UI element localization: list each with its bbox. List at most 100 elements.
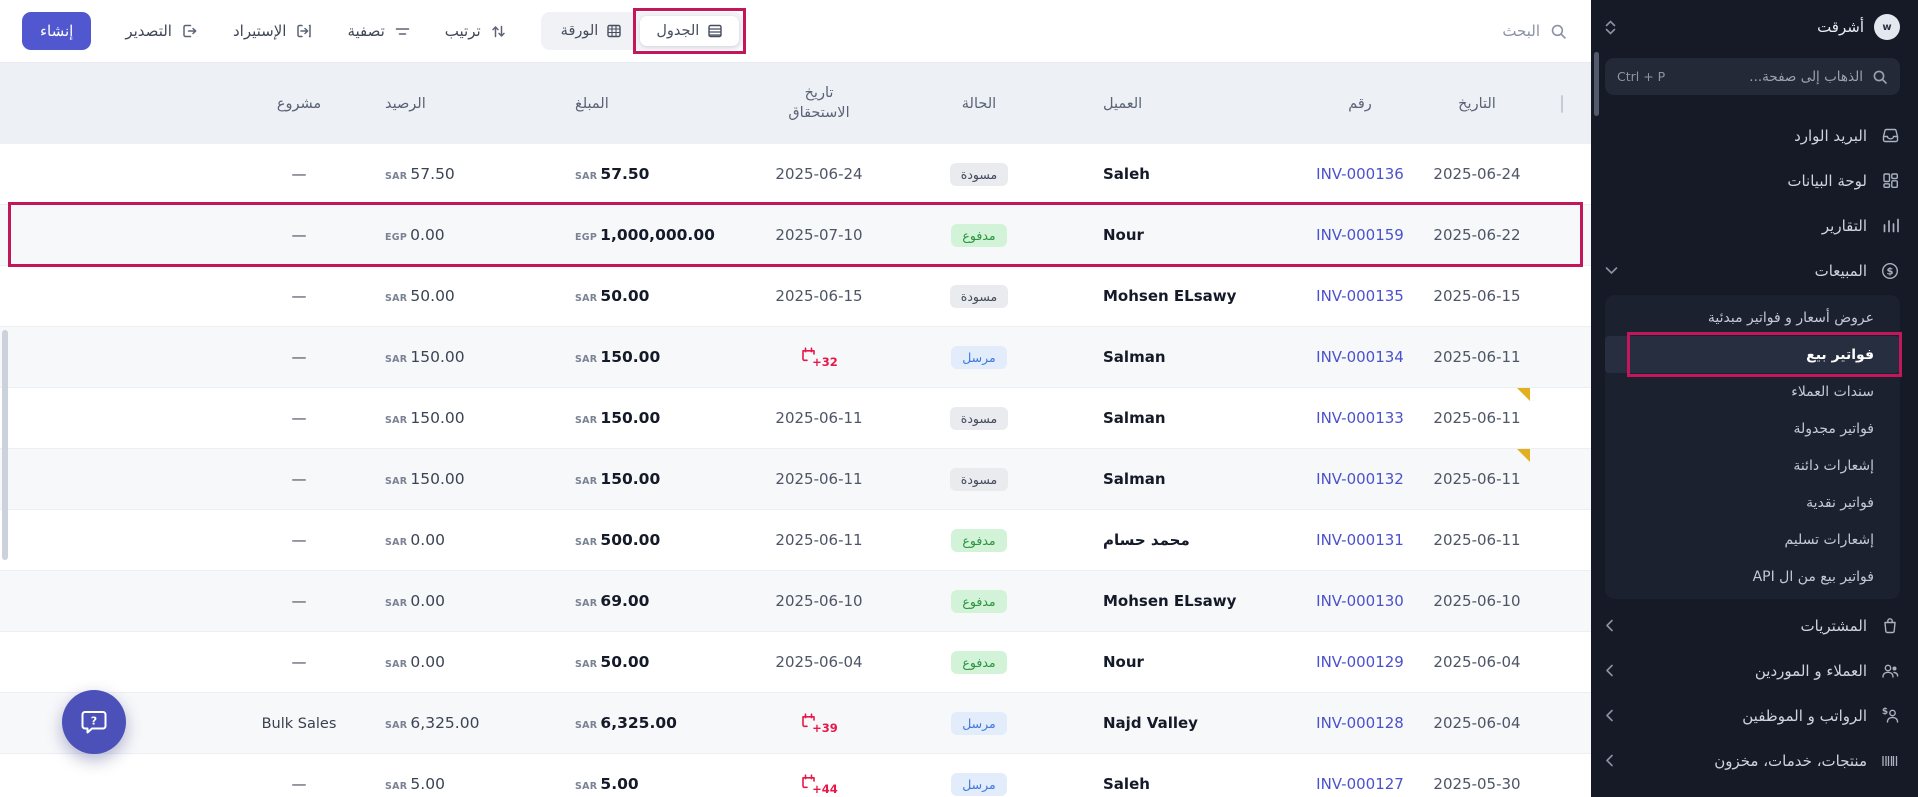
import-button[interactable]: الإستيراد (233, 22, 313, 40)
project-cell: — (229, 165, 369, 183)
overdue-days: +44 (812, 782, 838, 796)
go-to-page-search[interactable]: الذهاب إلى صفحة... Ctrl + P (1605, 58, 1900, 95)
table-row[interactable]: 2025-06-15INV-000135Mohsen ELsawyمسودة20… (0, 266, 1591, 327)
header-project[interactable]: مشروع (229, 96, 369, 112)
sidebar-item-2[interactable]: التقارير (1605, 203, 1900, 248)
table-row[interactable]: 2025-06-11INV-000134Salmanمرسل+32SAR150.… (0, 327, 1591, 388)
number-cell: INV-000129 (1299, 653, 1421, 671)
header-customer[interactable]: العميل (1059, 96, 1299, 112)
balance-cell: SAR57.50 (369, 165, 559, 183)
sidebar-item-5[interactable]: العملاء و الموردين (1605, 648, 1900, 693)
invoice-number-link[interactable]: INV-000159 (1316, 226, 1404, 244)
amount-value: 150.00 (600, 348, 660, 366)
table-search[interactable]: البحث (1502, 22, 1567, 40)
customer-name: Saleh (1103, 775, 1150, 793)
sidebar-scrollbar[interactable] (1594, 52, 1599, 116)
create-button[interactable]: إنشاء (22, 12, 91, 50)
filter-button[interactable]: تصفية (347, 22, 410, 40)
invoice-number-link[interactable]: INV-000129 (1316, 653, 1404, 671)
view-tab-group: الجدول الورقة (541, 12, 744, 50)
header-amount[interactable]: المبلغ (559, 96, 739, 112)
avatar[interactable]: w (1874, 14, 1900, 40)
balance-currency: SAR (385, 476, 407, 487)
help-chat-button[interactable]: ? (62, 690, 126, 754)
balance-value: 0.00 (410, 531, 445, 549)
table-row[interactable]: 2025-06-11INV-000133Salmanمسودة2025-06-1… (0, 388, 1591, 449)
balance-value: 150.00 (410, 348, 464, 366)
sidebar-item-label: المبيعات (1815, 262, 1867, 280)
tab-table-view[interactable]: الجدول (640, 16, 739, 46)
header-status[interactable]: الحالة (899, 96, 1059, 112)
balance-cell: SAR6,325.00 (369, 714, 559, 732)
balance-currency: SAR (385, 293, 407, 304)
project-value: — (292, 409, 307, 427)
sidebar-item-4[interactable]: المشتريات (1605, 603, 1900, 648)
due-date-cell: +44 (739, 773, 899, 796)
export-button[interactable]: التصدير (125, 22, 199, 40)
customer-cell: Saleh (1059, 775, 1299, 793)
table-row[interactable]: 2025-06-04INV-000129Nourمدفوع2025-06-04S… (0, 632, 1591, 693)
project-cell: — (229, 409, 369, 427)
spreadsheet-grid-icon (606, 23, 622, 39)
sidebar-item-0[interactable]: البريد الوارد (1605, 113, 1900, 158)
due-date-cell: +32 (739, 346, 899, 369)
export-label: التصدير (125, 22, 172, 40)
table-row[interactable]: 2025-06-11INV-000132Salmanمسودة2025-06-1… (0, 449, 1591, 510)
invoice-number-link[interactable]: INV-000132 (1316, 470, 1404, 488)
sidebar-item-7[interactable]: منتجات، خدمات، مخزون (1605, 738, 1900, 783)
table-row[interactable]: 2025-06-10INV-000130Mohsen ELsawyمدفوع20… (0, 571, 1591, 632)
invoice-number-link[interactable]: INV-000133 (1316, 409, 1404, 427)
header-number[interactable]: رقم (1299, 96, 1421, 112)
sidebar-subitem-3-4[interactable]: إشعارات دائنة (1605, 447, 1900, 484)
sidebar-item-6[interactable]: $الرواتب و الموظفين (1605, 693, 1900, 738)
number-cell: INV-000159 (1299, 226, 1421, 244)
sidebar-collapse-control[interactable] (1605, 20, 1616, 35)
sidebar-subitem-3-0[interactable]: عروض أسعار و فواتير مبدئية (1605, 299, 1900, 336)
invoice-number-link[interactable]: INV-000128 (1316, 714, 1404, 732)
filter-icon (394, 23, 411, 40)
sort-button[interactable]: ترتيب (445, 22, 507, 40)
sidebar-subitem-3-5[interactable]: فواتير نقدية (1605, 484, 1900, 521)
header-date[interactable]: التاريخ (1421, 96, 1533, 112)
table-row[interactable]: 2025-06-11INV-000131محمد حساممدفوع2025-0… (0, 510, 1591, 571)
select-all-checkbox[interactable] (1561, 95, 1563, 113)
sidebar-item-1[interactable]: لوحة البيانات (1605, 158, 1900, 203)
customer-name: Mohsen ELsawy (1103, 592, 1236, 610)
status-cell: مدفوع (899, 529, 1059, 552)
status-badge: مدفوع (951, 224, 1006, 247)
table-row[interactable]: 2025-05-30INV-000127Salehمرسل+44SAR5.00S… (0, 754, 1591, 797)
amount-value: 150.00 (600, 470, 660, 488)
overdue-days: +39 (812, 721, 838, 735)
invoice-number-link[interactable]: INV-000130 (1316, 592, 1404, 610)
header-balance[interactable]: الرصيد (369, 96, 559, 112)
sidebar-item-label: الرواتب و الموظفين (1742, 707, 1867, 725)
sidebar-subitem-3-6[interactable]: إشعارات تسليم (1605, 521, 1900, 558)
sidebar-subitem-3-3[interactable]: فواتير مجدولة (1605, 410, 1900, 447)
balance-cell: SAR0.00 (369, 653, 559, 671)
products-icon (1880, 752, 1900, 770)
due-date: 2025-06-11 (775, 531, 862, 549)
balance-value: 0.00 (410, 653, 445, 671)
invoice-number-link[interactable]: INV-000136 (1316, 165, 1404, 183)
invoice-number-link[interactable]: INV-000134 (1316, 348, 1404, 366)
due-date-cell: 2025-06-15 (739, 287, 899, 305)
tab-sheet-view[interactable]: الورقة (545, 16, 639, 46)
table-row[interactable]: 2025-06-24INV-000136Salehمسودة2025-06-24… (0, 144, 1591, 205)
invoice-number-link[interactable]: INV-000135 (1316, 287, 1404, 305)
amount-currency: SAR (575, 171, 597, 182)
due-date-cell: 2025-06-04 (739, 653, 899, 671)
project-cell: — (229, 653, 369, 671)
table-row[interactable]: 2025-06-04INV-000128Najd Valleyمرسل+39SA… (0, 693, 1591, 754)
sidebar-item-3[interactable]: $المبيعات (1605, 248, 1900, 293)
sidebar-subitem-3-1[interactable]: فواتير بيع (1605, 336, 1900, 373)
amount-value: 69.00 (600, 592, 649, 610)
sidebar-subitem-3-2[interactable]: سندات العملاء (1605, 373, 1900, 410)
sidebar-subitem-3-7[interactable]: فواتير بيع من ال API (1605, 558, 1900, 595)
invoice-number-link[interactable]: INV-000131 (1316, 531, 1404, 549)
balance-currency: SAR (385, 659, 407, 670)
main-scrollbar[interactable] (2, 330, 8, 560)
header-due-date[interactable]: تاريخ الاستحقاق (739, 84, 899, 123)
invoice-number-link[interactable]: INV-000127 (1316, 775, 1404, 793)
status-cell: مدفوع (899, 590, 1059, 613)
table-row[interactable]: 2025-06-22INV-000159Nourمدفوع2025-07-10E… (0, 205, 1591, 266)
